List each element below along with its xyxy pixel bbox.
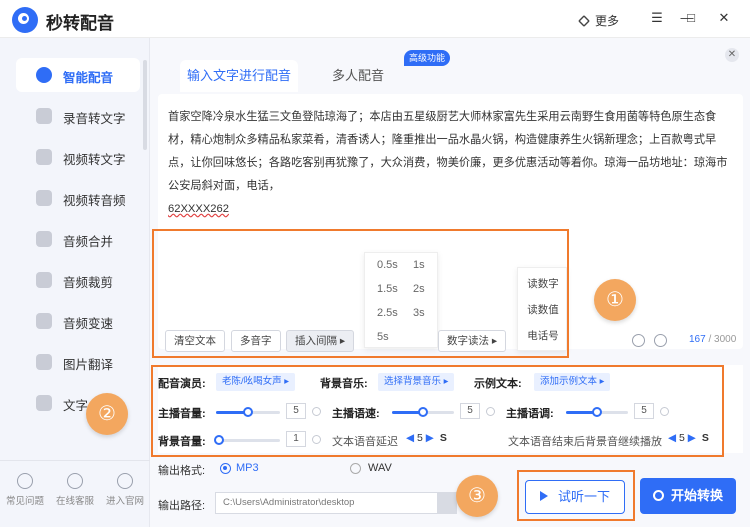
- chat-icon: [36, 395, 52, 411]
- sidebar-item-label: 录音转文字: [63, 112, 126, 126]
- audio-text-icon: [36, 108, 52, 124]
- sidebar-item-video-to-text[interactable]: 视频转文字: [16, 140, 140, 174]
- website-link[interactable]: 进入官网: [100, 473, 150, 507]
- sidebar-item-audio-speed[interactable]: 音频变速: [16, 304, 140, 338]
- sidebar-item-label: 音频合并: [63, 235, 114, 249]
- menu-icon[interactable]: ☰: [648, 9, 666, 27]
- sidebar-item-smart-dub[interactable]: 智能配音: [16, 58, 140, 92]
- app-title: 秒转配音: [46, 14, 114, 33]
- start-label: 开始转换: [670, 488, 723, 503]
- sidebar-item-label: 音频变速: [63, 317, 114, 331]
- tab-text-dub[interactable]: 输入文字进行配音: [180, 60, 298, 92]
- sidebar-item-label: 视频转文字: [63, 153, 126, 167]
- mp3-radio[interactable]: [220, 463, 231, 474]
- more-button[interactable]: 更多: [578, 12, 619, 29]
- start-convert-button[interactable]: 开始转换: [640, 478, 736, 514]
- microphone-icon: [36, 67, 52, 83]
- image-translate-icon: [36, 354, 52, 370]
- highlight-box-2: [151, 365, 724, 457]
- sidebar-item-audio-cut[interactable]: 音频裁剪: [16, 263, 140, 297]
- more-label: 更多: [595, 14, 620, 28]
- marker-3: ③: [456, 475, 498, 517]
- sidebar-item-audio-to-text[interactable]: 录音转文字: [16, 99, 140, 133]
- sidebar: 智能配音 录音转文字 视频转文字 视频转音频 音频合并 音频裁剪 音频变速 图片…: [0, 38, 150, 527]
- maximize-button[interactable]: □: [682, 9, 700, 27]
- highlight-box-3: [517, 470, 635, 521]
- tab-multi-dub[interactable]: 多人配音: [320, 60, 396, 92]
- sidebar-item-label: 视频转音频: [63, 194, 126, 208]
- sidebar-item-label: 文字: [63, 399, 89, 413]
- convert-icon: [652, 490, 664, 501]
- website-label: 进入官网: [105, 496, 144, 507]
- format-label: 输出格式:: [158, 465, 206, 477]
- video-audio-icon: [36, 190, 52, 206]
- home-icon: [117, 473, 133, 489]
- mp3-label[interactable]: MP3: [236, 462, 259, 474]
- sidebar-item-video-to-audio[interactable]: 视频转音频: [16, 181, 140, 215]
- faq-link[interactable]: 常见问题: [0, 473, 50, 507]
- path-label: 输出路径:: [158, 500, 206, 512]
- sidebar-scrollbar[interactable]: [143, 60, 147, 150]
- marker-2: ②: [86, 393, 128, 435]
- advanced-badge: 高级功能: [404, 50, 451, 66]
- sidebar-item-image-translate[interactable]: 图片翻译: [16, 345, 140, 379]
- marker-1: ①: [594, 279, 636, 321]
- char-counter: 167 / 3000: [689, 334, 736, 345]
- link-icon[interactable]: [632, 334, 645, 347]
- app-logo-icon: [12, 7, 38, 33]
- sidebar-item-label: 音频裁剪: [63, 276, 114, 290]
- support-icon: [67, 473, 83, 489]
- close-button[interactable]: ✕: [715, 9, 733, 27]
- char-total: / 3000: [705, 334, 737, 345]
- editor-phone: 62XXXX262: [168, 203, 229, 215]
- browse-folder-button[interactable]: [437, 492, 457, 514]
- layers-icon: [578, 15, 590, 27]
- char-count: 167: [689, 334, 706, 345]
- wav-radio[interactable]: [350, 463, 361, 474]
- sidebar-bottom: 常见问题 在线客服 进入官网: [0, 460, 150, 527]
- sidebar-item-label: 智能配音: [63, 71, 114, 85]
- title-bar: 秒转配音 更多 ☰ — □ ✕: [0, 0, 750, 38]
- share-icon[interactable]: [654, 334, 667, 347]
- sidebar-item-audio-merge[interactable]: 音频合并: [16, 222, 140, 256]
- wav-label[interactable]: WAV: [368, 462, 392, 474]
- video-text-icon: [36, 149, 52, 165]
- merge-icon: [36, 231, 52, 247]
- support-link[interactable]: 在线客服: [50, 473, 100, 507]
- faq-label: 常见问题: [5, 496, 44, 507]
- scissors-icon: [36, 272, 52, 288]
- close-panel-icon[interactable]: ✕: [725, 48, 739, 62]
- editor-text[interactable]: 首家空降冷泉水生猛三文鱼登陆琼海了；本店由五星级厨艺大师林家富先生采用云南野生食…: [168, 106, 728, 221]
- question-icon: [17, 473, 33, 489]
- highlight-box-1: [152, 229, 569, 358]
- support-label: 在线客服: [55, 496, 94, 507]
- editor-content: 首家空降冷泉水生猛三文鱼登陆琼海了；本店由五星级厨艺大师林家富先生采用云南野生食…: [168, 111, 728, 192]
- sidebar-item-label: 图片翻译: [63, 358, 114, 372]
- speed-icon: [36, 313, 52, 329]
- output-path-input[interactable]: C:\Users\Administrator\desktop: [215, 492, 440, 514]
